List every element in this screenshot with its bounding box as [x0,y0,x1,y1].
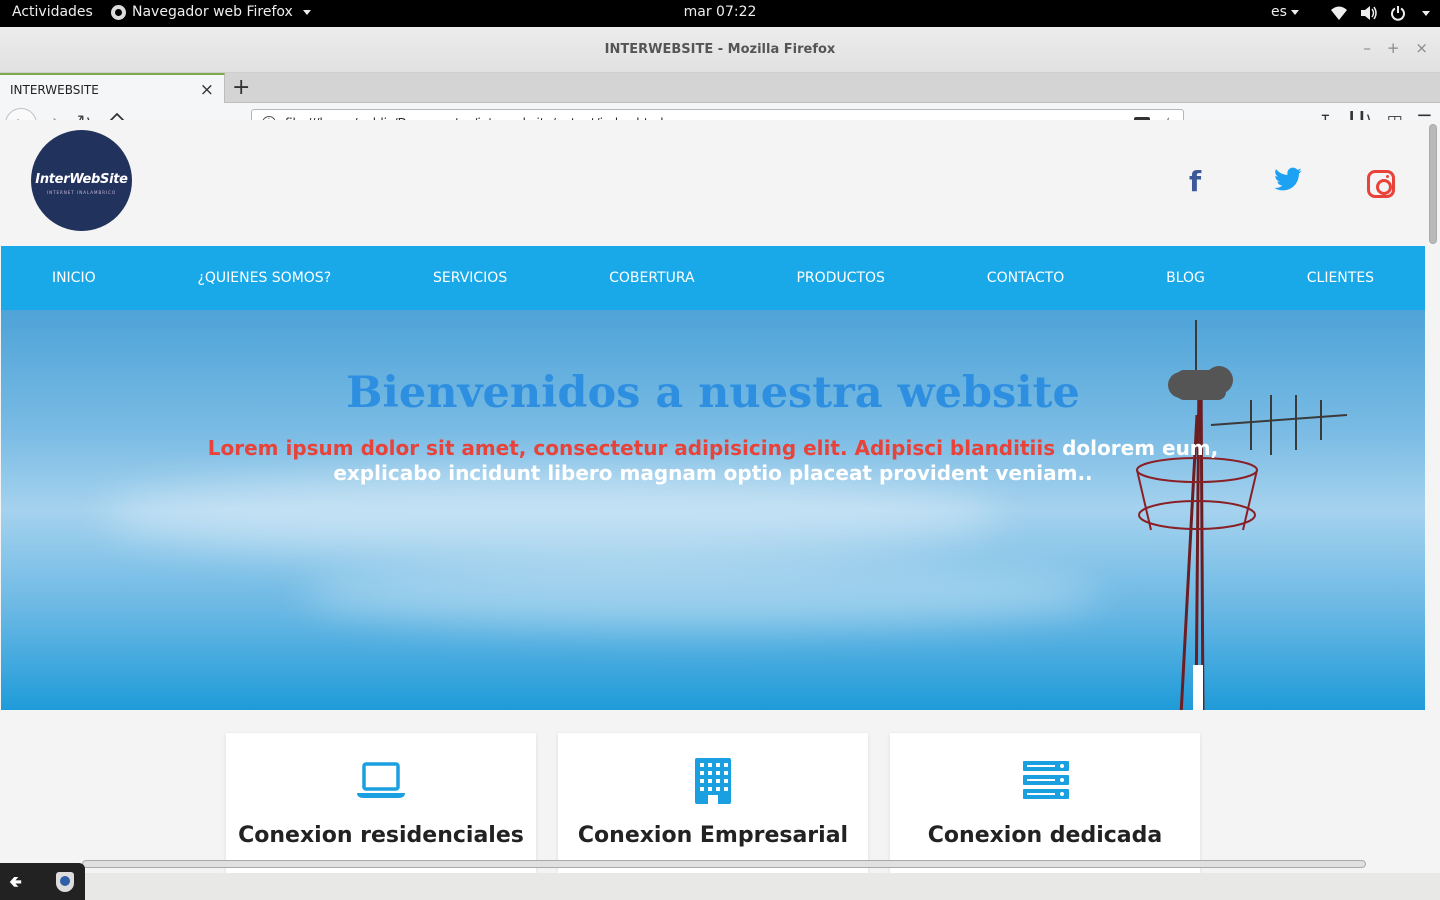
shield-icon[interactable] [56,872,74,892]
scrollbar-thumb[interactable] [1429,124,1437,244]
nav-productos[interactable]: PRODUCTOS [796,270,884,286]
web-page: InterWebSite INTERNET INALAMBRICO f INIC… [1,120,1425,873]
card-title: Conexion Empresarial [577,823,849,848]
services-cards: Conexion residenciales Conexion Empresar… [1,710,1425,873]
nav-blog[interactable]: BLOG [1166,270,1205,286]
minimize-icon[interactable]: – [1363,39,1371,57]
vertical-scrollbar[interactable] [1429,124,1437,859]
notification-tray[interactable]: 🢀 [0,863,85,900]
card-empresarial[interactable]: Conexion Empresarial [558,733,868,873]
logo-tagline: INTERNET INALAMBRICO [46,190,117,195]
nav-inicio[interactable]: INICIO [52,270,96,286]
page-viewport: InterWebSite INTERNET INALAMBRICO f INIC… [0,120,1440,873]
language-menu[interactable]: es [1271,4,1299,20]
nav-clientes[interactable]: CLIENTES [1307,270,1374,286]
app-menu[interactable]: Navegador web Firefox [111,4,311,20]
language-label: es [1271,4,1287,20]
horizontal-scrollbar[interactable] [82,860,1366,868]
card-dedicada[interactable]: Conexion dedicada [890,733,1200,873]
firefox-icon [111,4,126,20]
server-icon [1023,761,1069,799]
nav-quienes-somos[interactable]: ¿QUIENES SOMOS? [197,270,331,286]
system-top-bar: Actividades Navegador web Firefox mar 07… [0,0,1440,27]
card-residencial[interactable]: Conexion residenciales [226,733,536,873]
card-title: Conexion dedicada [927,823,1163,848]
nav-contacto[interactable]: CONTACTO [987,270,1064,286]
tab-interwebsite[interactable]: INTERWEBSITE × [0,73,225,104]
hero-subtitle-highlight: Lorem ipsum dolor sit amet, consectetur … [207,436,1056,460]
activities-button[interactable]: Actividades [12,4,93,20]
app-menu-label: Navegador web Firefox [132,4,293,20]
chevron-down-icon [302,9,311,15]
wifi-icon [1331,6,1347,20]
close-icon[interactable]: × [200,80,214,100]
facebook-icon[interactable]: f [1189,167,1201,197]
logo-brand: InterWebSite [35,172,128,187]
instagram-icon[interactable] [1367,170,1395,198]
twitter-icon[interactable] [1273,167,1303,199]
site-logo[interactable]: InterWebSite INTERNET INALAMBRICO [31,130,132,231]
card-title: Conexion residenciales [238,823,524,848]
cloud [301,560,1101,630]
nav-servicios[interactable]: SERVICIOS [433,270,507,286]
chevron-down-icon [1290,9,1299,15]
chevron-down-icon [1422,10,1430,16]
building-icon [695,758,731,804]
window-title: INTERWEBSITE - Mozilla Firefox [604,42,836,57]
tab-label: INTERWEBSITE [10,83,99,97]
power-icon [1391,6,1405,21]
hero-title: Bienvenidos a nuestra website [346,368,1080,418]
main-navigation: INICIO ¿QUIENES SOMOS? SERVICIOS COBERTU… [1,246,1425,310]
arrow-left-icon[interactable]: 🢀 [9,871,22,898]
close-window-icon[interactable]: × [1415,39,1428,57]
site-header: InterWebSite INTERNET INALAMBRICO f [1,120,1425,246]
hero-banner: Bienvenidos a nuestra website Lorem ipsu… [1,310,1425,710]
maximize-icon[interactable]: + [1387,39,1400,57]
volume-icon [1361,6,1377,20]
new-tab-button[interactable]: + [232,75,250,100]
window-titlebar[interactable]: INTERWEBSITE - Mozilla Firefox – + × [0,27,1440,73]
tab-strip: INTERWEBSITE × + [0,73,1440,104]
nav-cobertura[interactable]: COBERTURA [609,270,695,286]
hero-subtitle: Lorem ipsum dolor sit amet, consectetur … [201,436,1225,486]
laptop-icon [357,762,405,798]
system-tray[interactable] [1330,2,1430,24]
